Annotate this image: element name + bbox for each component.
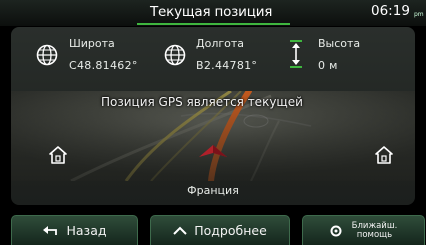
home-icon[interactable] — [49, 146, 67, 164]
chevron-up-icon — [173, 226, 187, 235]
position-panel: Широта C48.81462° Долгота B2.44781° Высо… — [11, 27, 415, 205]
title-underline — [137, 23, 290, 25]
nearby-help-button[interactable]: Ближайш. помощь — [302, 215, 425, 245]
title-bar: Текущая позиция 06:19 pm — [0, 0, 426, 26]
back-arrow-icon — [43, 225, 58, 235]
globe-icon — [36, 44, 58, 66]
clock: 06:19 — [371, 3, 410, 19]
latitude-info: Широта C48.81462° — [11, 27, 141, 91]
back-button-label: Назад — [66, 223, 107, 238]
clock-ampm: pm — [414, 11, 424, 18]
details-button[interactable]: Подробнее — [150, 215, 290, 245]
location-pin-icon — [330, 225, 342, 236]
details-button-label: Подробнее — [194, 223, 267, 238]
longitude-label: Долгота — [196, 37, 245, 50]
altitude-label: Высота — [318, 37, 361, 50]
nearby-help-label: Ближайш. помощь — [352, 221, 398, 240]
nearby-help-label-line2: помощь — [356, 229, 393, 240]
longitude-value: B2.44781° — [196, 59, 258, 72]
page-title: Текущая позиция — [150, 4, 273, 20]
altitude-info: Высота 0 м — [266, 27, 415, 91]
altitude-value: 0 м — [318, 59, 338, 72]
globe-icon — [164, 44, 186, 66]
latitude-value: C48.81462° — [69, 59, 138, 72]
back-button[interactable]: Назад — [11, 215, 138, 245]
altitude-arrows-icon — [290, 40, 302, 68]
map-view[interactable]: Позиция GPS является текущей — [11, 91, 415, 181]
longitude-info: Долгота B2.44781° — [141, 27, 266, 91]
country-label: Франция — [187, 184, 239, 197]
home-icon[interactable] — [375, 146, 393, 164]
latitude-label: Широта — [69, 37, 115, 50]
gps-status-text: Позиция GPS является текущей — [101, 95, 303, 109]
vehicle-position-arrow-icon — [199, 145, 227, 157]
